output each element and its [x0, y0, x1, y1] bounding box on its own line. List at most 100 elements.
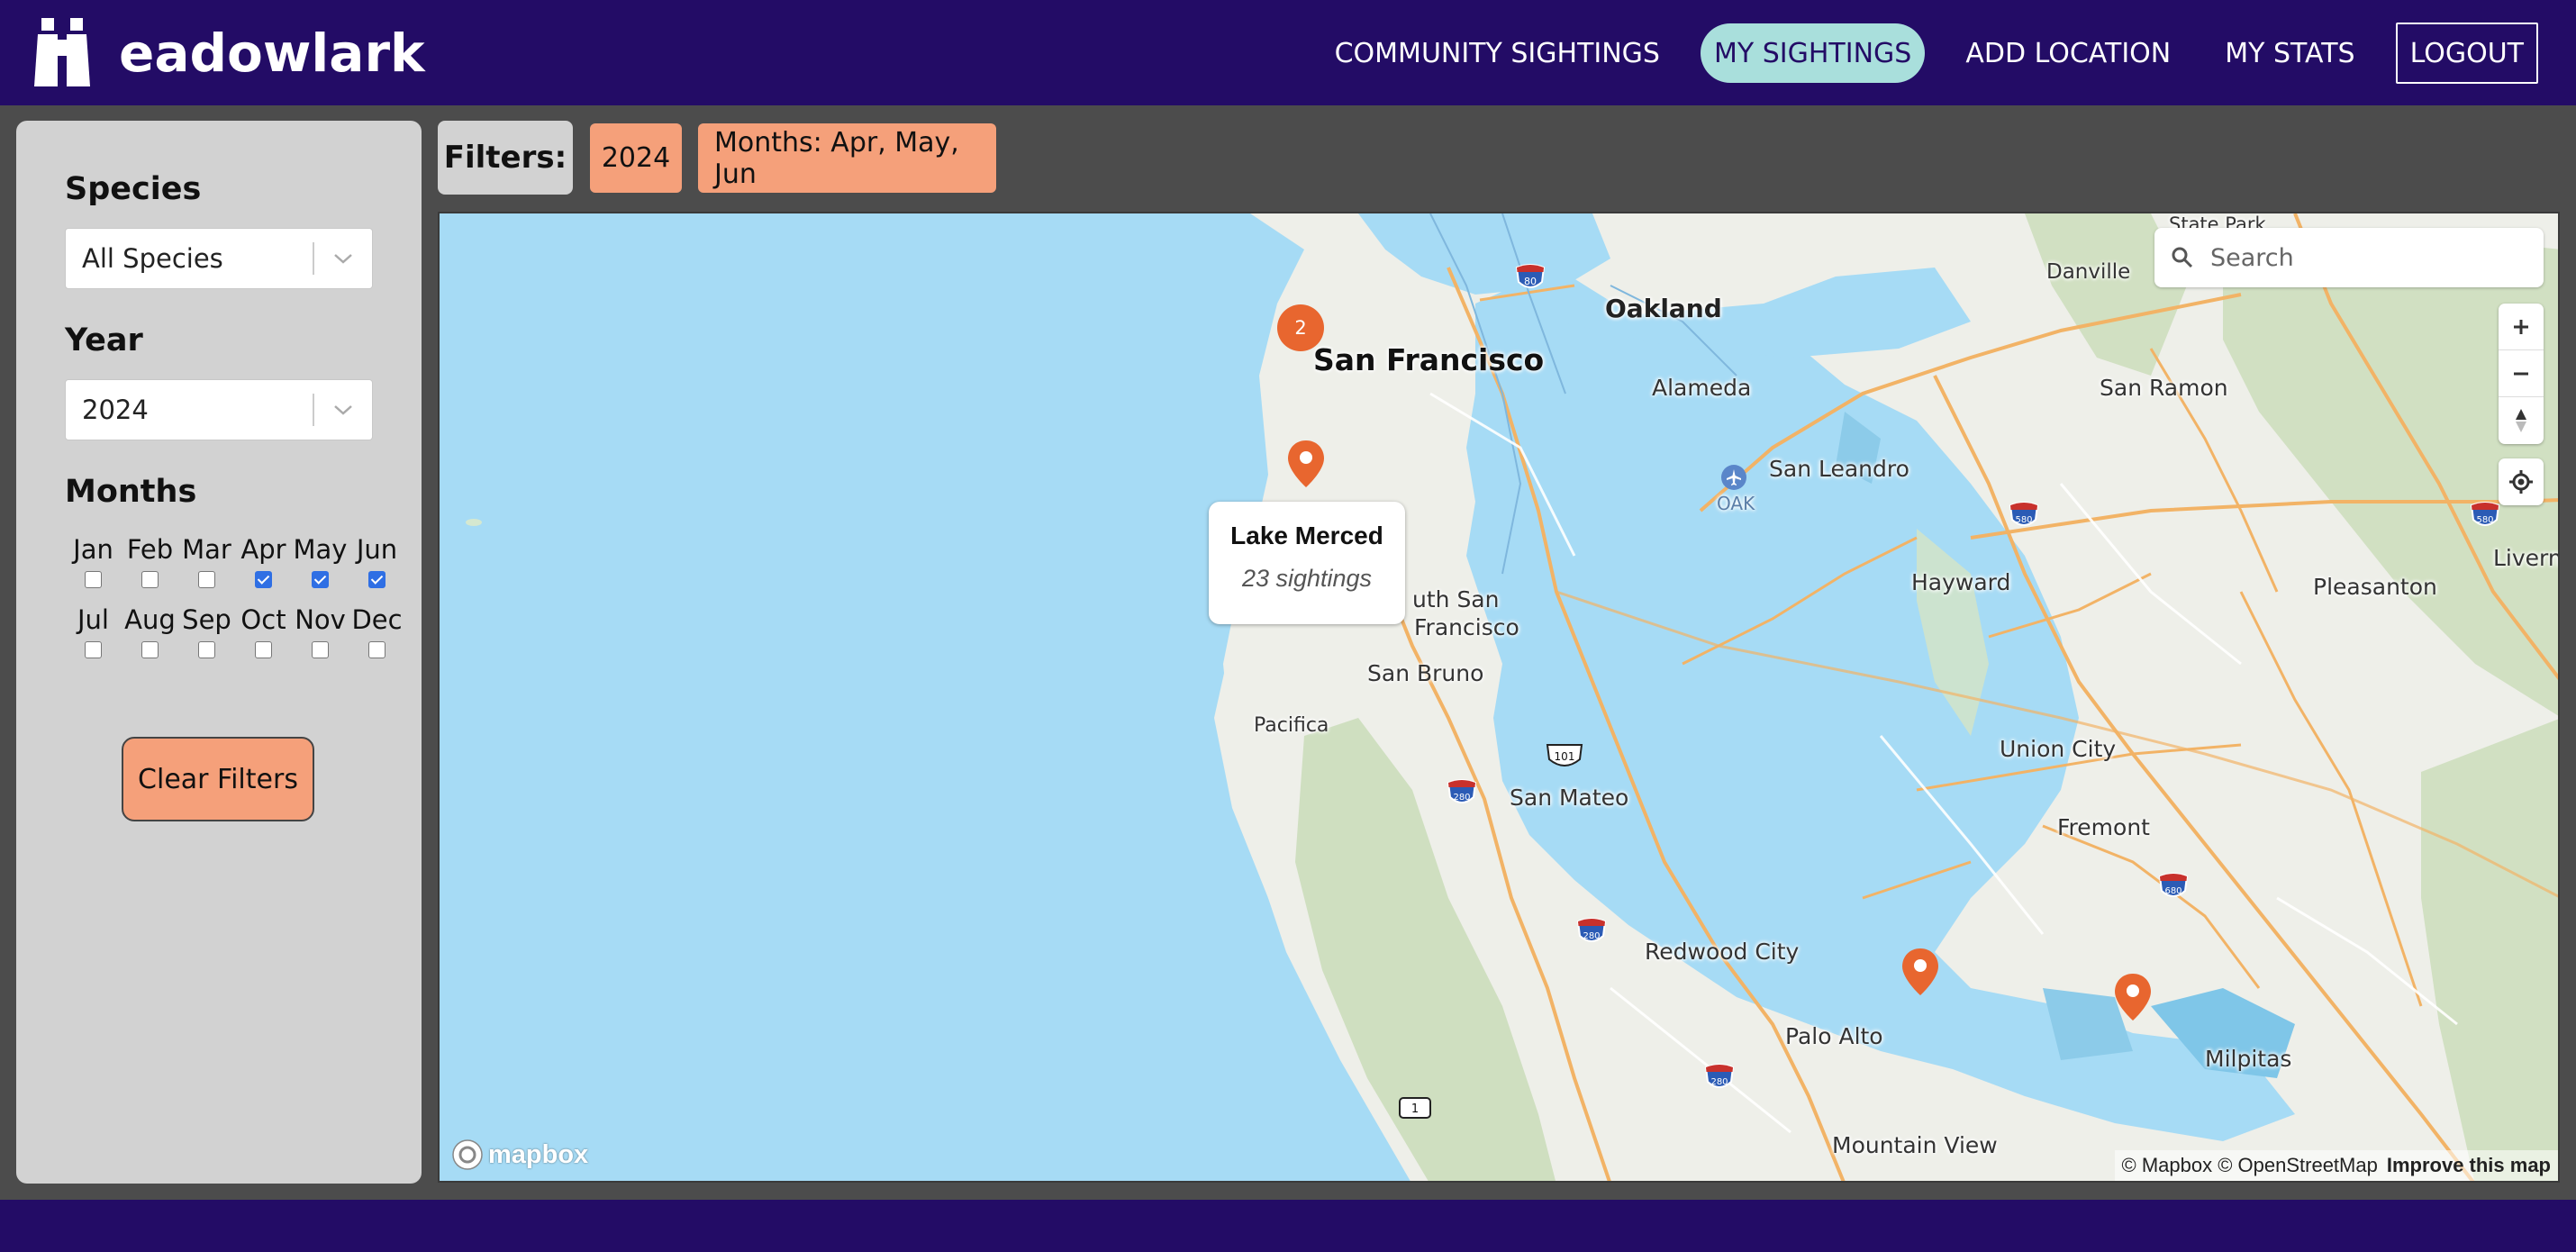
place-label-oak-airport: OAK	[1717, 493, 1755, 514]
month-label: Dec	[351, 604, 403, 635]
species-select[interactable]: All Species	[65, 228, 373, 289]
month-checkbox[interactable]	[85, 641, 102, 658]
compass-icon[interactable]	[2499, 397, 2544, 444]
interstate-280-shield-icon: 280	[1704, 1064, 1735, 1088]
place-label-redwood-city: Redwood City	[1645, 939, 1800, 965]
month-label: May	[293, 534, 348, 565]
month-checkbox[interactable]	[85, 571, 102, 588]
attribution-text[interactable]: © Mapbox © OpenStreetMap	[2122, 1154, 2378, 1177]
month-jan: Jan	[65, 533, 122, 598]
top-navbar: eadowlark COMMUNITY SIGHTINGS MY SIGHTIN…	[0, 0, 2576, 105]
interstate-280-shield-icon: 280	[1576, 918, 1607, 942]
svg-text:580: 580	[2015, 515, 2032, 525]
svg-text:280: 280	[1453, 793, 1470, 803]
nav-my-sightings[interactable]: MY SIGHTINGS	[1700, 23, 1926, 83]
place-label-palo-alto: Palo Alto	[1785, 1023, 1883, 1049]
svg-text:80: 80	[1524, 276, 1537, 287]
month-sep: Sep	[178, 603, 235, 668]
popup-sightings-count: 23 sightings	[1241, 565, 1373, 592]
year-select[interactable]: 2024	[65, 379, 373, 440]
filter-chip-year[interactable]: 2024	[590, 123, 682, 193]
zoom-in-icon[interactable]	[2499, 304, 2544, 350]
month-checkbox[interactable]	[312, 641, 329, 658]
month-label: Apr	[240, 534, 286, 565]
nav-community-sightings[interactable]: COMMUNITY SIGHTINGS	[1321, 23, 1673, 83]
logout-button[interactable]: LOGOUT	[2395, 23, 2538, 84]
month-feb: Feb	[122, 533, 178, 598]
improve-map-link[interactable]: Improve this map	[2387, 1154, 2551, 1177]
place-label-milpitas: Milpitas	[2205, 1046, 2292, 1072]
month-label: Jul	[77, 604, 109, 635]
nav-add-location[interactable]: ADD LOCATION	[1952, 23, 2184, 83]
mapbox-logo-icon	[452, 1139, 483, 1170]
month-aug: Aug	[122, 603, 178, 668]
month-nov: Nov	[292, 603, 349, 668]
month-checkbox[interactable]	[255, 641, 272, 658]
svg-text:280: 280	[1710, 1077, 1728, 1087]
map-search-box[interactable]	[2154, 228, 2544, 287]
map-pin-icon[interactable]	[2113, 972, 2153, 1022]
place-label-pacifica: Pacifica	[1254, 714, 1329, 737]
month-checkbox[interactable]	[141, 571, 159, 588]
place-label-san-francisco: San Francisco	[1313, 342, 1545, 377]
nav-my-stats[interactable]: MY STATS	[2211, 23, 2368, 83]
place-label-mountain-view: Mountain View	[1832, 1132, 1998, 1158]
year-select-value: 2024	[82, 395, 149, 425]
chevron-down-icon[interactable]	[314, 251, 372, 266]
app-logo[interactable]: eadowlark	[34, 16, 425, 90]
place-label-south-sf-1: uth San	[1412, 586, 1500, 612]
month-checkbox[interactable]	[312, 571, 329, 588]
svg-text:280: 280	[1583, 931, 1600, 941]
interstate-580-shield-icon: 580	[2009, 502, 2039, 526]
month-label: Mar	[182, 534, 231, 565]
month-dec: Dec	[349, 603, 405, 668]
sighting-cluster-marker[interactable]: 2	[1277, 304, 1324, 351]
month-label: Jan	[73, 534, 113, 565]
search-icon	[2154, 245, 2210, 270]
place-label-san-mateo: San Mateo	[1510, 785, 1629, 811]
month-may: May	[292, 533, 349, 598]
us-101-shield-icon: 101	[1546, 744, 1583, 767]
island-icon	[466, 519, 482, 526]
mapbox-logo[interactable]: mapbox	[450, 1138, 588, 1172]
state-route-1-shield-icon: 1	[1399, 1097, 1431, 1119]
map-search-input[interactable]	[2210, 243, 2517, 272]
map-pin-icon[interactable]	[1900, 947, 1940, 997]
sightings-map[interactable]: State Park Danville San Francisco Oaklan…	[438, 212, 2560, 1183]
zoom-out-icon[interactable]	[2499, 350, 2544, 397]
app-name: eadowlark	[119, 23, 425, 84]
interstate-80-shield-icon: 80	[1515, 264, 1546, 288]
species-heading: Species	[65, 171, 202, 207]
mapbox-logo-text: mapbox	[488, 1139, 589, 1169]
map-pin-icon[interactable]	[1286, 439, 1326, 489]
map-attribution: © Mapbox © OpenStreetMap Improve this ma…	[2114, 1150, 2558, 1181]
month-label: Jun	[356, 534, 398, 565]
svg-text:101: 101	[1555, 750, 1575, 763]
place-label-san-leandro: San Leandro	[1769, 456, 1909, 482]
chevron-down-icon[interactable]	[314, 403, 372, 417]
month-checkbox[interactable]	[141, 641, 159, 658]
filter-chip-months[interactable]: Months: Apr, May, Jun	[698, 123, 996, 193]
month-checkbox[interactable]	[198, 571, 215, 588]
svg-text:680: 680	[2164, 886, 2181, 896]
svg-text:580: 580	[2476, 515, 2493, 525]
place-label-alameda: Alameda	[1652, 375, 1752, 401]
place-label-danville: Danville	[2046, 260, 2131, 284]
filters-label: Filters:	[438, 121, 573, 195]
place-label-fremont: Fremont	[2057, 814, 2150, 840]
clear-filters-button[interactable]: Clear Filters	[122, 737, 314, 821]
place-label-south-sf-2: Francisco	[1414, 614, 1519, 640]
month-checkbox[interactable]	[368, 571, 385, 588]
map-zoom-controls	[2499, 304, 2544, 444]
place-label-oakland: Oakland	[1605, 294, 1722, 323]
month-label: Nov	[295, 604, 346, 635]
species-select-value: All Species	[82, 243, 223, 274]
month-jul: Jul	[65, 603, 122, 668]
airport-icon	[1721, 465, 1746, 490]
month-checkbox[interactable]	[198, 641, 215, 658]
month-checkbox[interactable]	[255, 571, 272, 588]
month-checkbox[interactable]	[368, 641, 385, 658]
geolocate-icon[interactable]	[2499, 458, 2544, 505]
location-popup[interactable]: Lake Merced 23 sightings	[1209, 502, 1405, 624]
filter-sidebar: Species All Species Year 2024 Months Jan…	[16, 121, 422, 1184]
